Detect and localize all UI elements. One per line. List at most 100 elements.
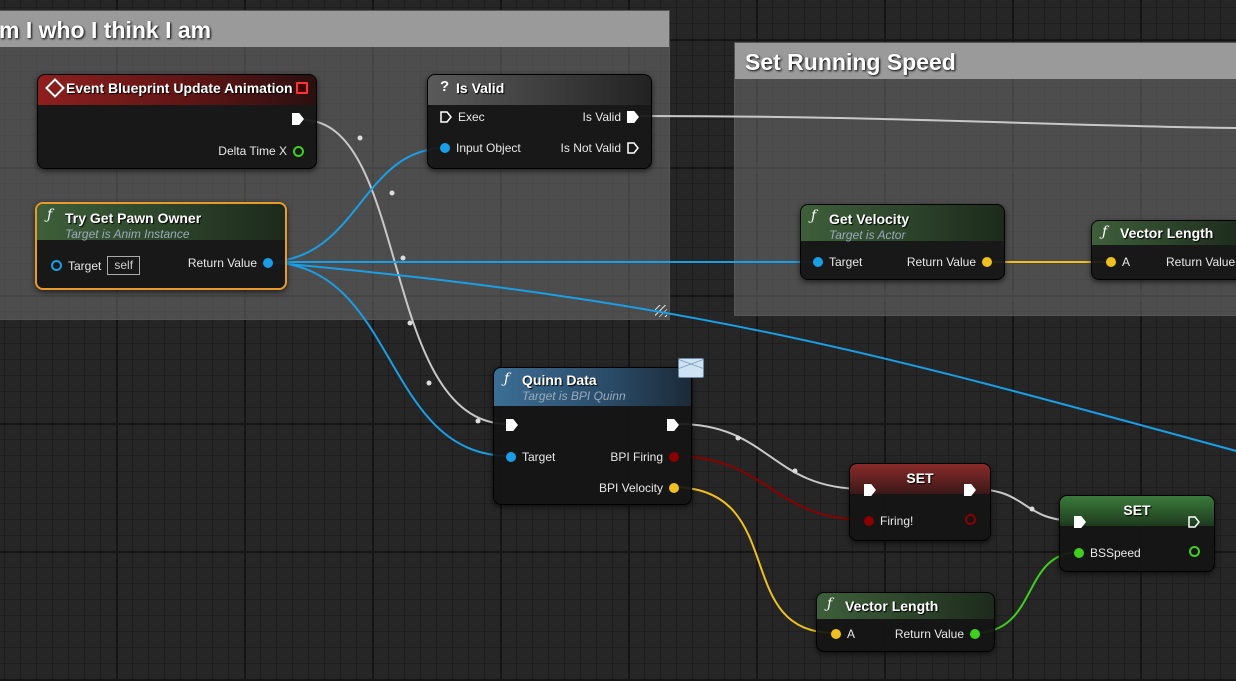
exec-arrow-icon (864, 484, 876, 496)
pin-label: Return Value (187, 256, 257, 270)
bool-pin-icon (965, 514, 976, 525)
quinn-data-node[interactable]: ƒ Quinn Data Target is BPI Quinn Target … (493, 367, 692, 505)
return-value-pin[interactable]: Return Value (1166, 255, 1235, 269)
float-pin-icon (1189, 546, 1200, 557)
a-pin[interactable]: A (831, 627, 855, 641)
comment-title-left[interactable]: m I who I think I am (0, 11, 669, 47)
bsspeed-pin[interactable]: BSSpeed (1074, 546, 1141, 560)
bsspeed-out-pin[interactable] (1189, 546, 1200, 557)
is-valid-node[interactable]: ? Is Valid Exec Is Valid Input Object Is… (427, 74, 652, 169)
pin-label: BPI Velocity (598, 481, 663, 495)
set-firing-node[interactable]: SET Firing! (849, 463, 991, 541)
pin-label: BSSpeed (1090, 546, 1141, 560)
exec-out-pin[interactable] (292, 113, 304, 125)
firing-pin[interactable]: Firing! (864, 514, 913, 528)
pin-label: Return Value (906, 255, 976, 269)
firing-out-pin[interactable] (965, 514, 976, 525)
pin-label: Target (68, 258, 102, 273)
target-pin[interactable]: Target (813, 255, 862, 269)
function-icon: ƒ (827, 596, 833, 612)
object-pin-icon (263, 258, 273, 268)
set-bsspeed-node[interactable]: SET BSSpeed (1059, 495, 1215, 572)
exec-in-pin[interactable] (864, 484, 876, 496)
return-value-pin[interactable]: Return Value (188, 256, 273, 270)
vector-length-node-top[interactable]: ƒ Vector Length A Return Value (1091, 220, 1236, 280)
node-subtitle: Target is BPI Quinn (522, 389, 626, 403)
node-title: Try Get Pawn Owner (65, 210, 202, 226)
vector-pin-icon (669, 483, 679, 493)
pin-label: Return Value (894, 627, 964, 641)
exec-out-pin[interactable] (964, 484, 976, 496)
function-icon: ƒ (811, 208, 817, 224)
delta-time-pin[interactable]: Delta Time X (218, 144, 304, 158)
pin-label: Target (522, 450, 556, 464)
node-title: SET (1123, 502, 1151, 518)
function-icon: ƒ (1102, 224, 1108, 240)
exec-arrow-icon (506, 419, 518, 431)
vector-pin-icon (831, 629, 841, 639)
target-pin[interactable]: Target self (51, 256, 141, 275)
node-title: Vector Length (1120, 225, 1214, 241)
bool-pin-icon (669, 452, 679, 462)
exec-in-pin[interactable] (1074, 516, 1086, 528)
resize-handle[interactable] (655, 305, 667, 317)
pin-label: Firing! (880, 514, 914, 528)
input-object-pin[interactable]: Input Object (440, 141, 521, 155)
object-pin-icon (440, 143, 450, 153)
vector-pin-icon (982, 257, 992, 267)
exec-out-pin[interactable] (667, 419, 679, 431)
node-header: ? Is Valid (428, 75, 651, 105)
target-pin[interactable]: Target (506, 450, 555, 464)
is-not-valid-out-pin[interactable]: Is Not Valid (561, 141, 639, 155)
vector-length-node-bottom[interactable]: ƒ Vector Length A Return Value (816, 592, 995, 652)
pin-label: Is Not Valid (560, 141, 621, 155)
vector-pin-icon (1106, 257, 1116, 267)
node-title: Event Blueprint Update Animation (66, 80, 293, 96)
a-pin[interactable]: A (1106, 255, 1130, 269)
message-envelope-icon (678, 358, 704, 378)
object-pin-icon (506, 452, 516, 462)
pin-label: BPI Firing (610, 450, 663, 464)
bpi-firing-pin[interactable]: BPI Firing (610, 450, 679, 464)
is-valid-out-pin[interactable]: Is Valid (583, 110, 639, 124)
question-icon: ? (440, 78, 450, 95)
node-title: Vector Length (845, 598, 939, 614)
event-blueprint-update-animation-node[interactable]: Event Blueprint Update Animation Delta T… (37, 74, 317, 169)
exec-arrow-icon (1074, 516, 1086, 528)
exec-in-pin[interactable] (506, 419, 518, 431)
exec-in-pin[interactable]: Exec (440, 110, 485, 124)
object-pin-icon (813, 257, 823, 267)
self-field[interactable]: self (107, 256, 141, 275)
node-header: ƒ Vector Length (817, 593, 994, 619)
bool-pin-icon (864, 516, 874, 526)
exec-arrow-icon (964, 484, 976, 496)
node-header: ƒ Quinn Data Target is BPI Quinn (494, 368, 691, 406)
node-header: ƒ Try Get Pawn Owner Target is Anim Inst… (37, 204, 285, 240)
float-pin-icon (1074, 548, 1084, 558)
float-pin-icon (970, 629, 980, 639)
pin-label: Is Valid (582, 110, 621, 124)
bool-wire-firing (671, 455, 869, 521)
get-velocity-node[interactable]: ƒ Get Velocity Target is Actor Target Re… (800, 204, 1005, 280)
function-icon: ƒ (504, 371, 510, 387)
return-value-pin[interactable]: Return Value (895, 627, 980, 641)
function-icon: ƒ (47, 207, 53, 223)
try-get-pawn-owner-node[interactable]: ƒ Try Get Pawn Owner Target is Anim Inst… (35, 202, 287, 290)
float-pin-icon (293, 145, 304, 157)
event-diamond-icon (45, 78, 65, 98)
node-title: Quinn Data (522, 372, 597, 388)
exec-arrow-icon (292, 113, 304, 125)
node-title: SET (906, 470, 934, 486)
node-title: Get Velocity (829, 211, 910, 227)
exec-arrow-icon (667, 419, 679, 431)
pin-label: A (1122, 255, 1131, 269)
exec-out-pin[interactable] (1188, 516, 1200, 528)
comment-title-right[interactable]: Set Running Speed (735, 43, 1236, 79)
return-value-pin[interactable]: Return Value (907, 255, 992, 269)
node-title: Is Valid (456, 80, 505, 96)
node-subtitle: Target is Actor (829, 228, 906, 242)
exec-arrow-outline-icon (627, 142, 639, 154)
bpi-velocity-pin[interactable]: BPI Velocity (599, 481, 679, 495)
pin-label: Target (829, 255, 863, 269)
vector-wire-bpivelocity-to-length (671, 486, 835, 634)
